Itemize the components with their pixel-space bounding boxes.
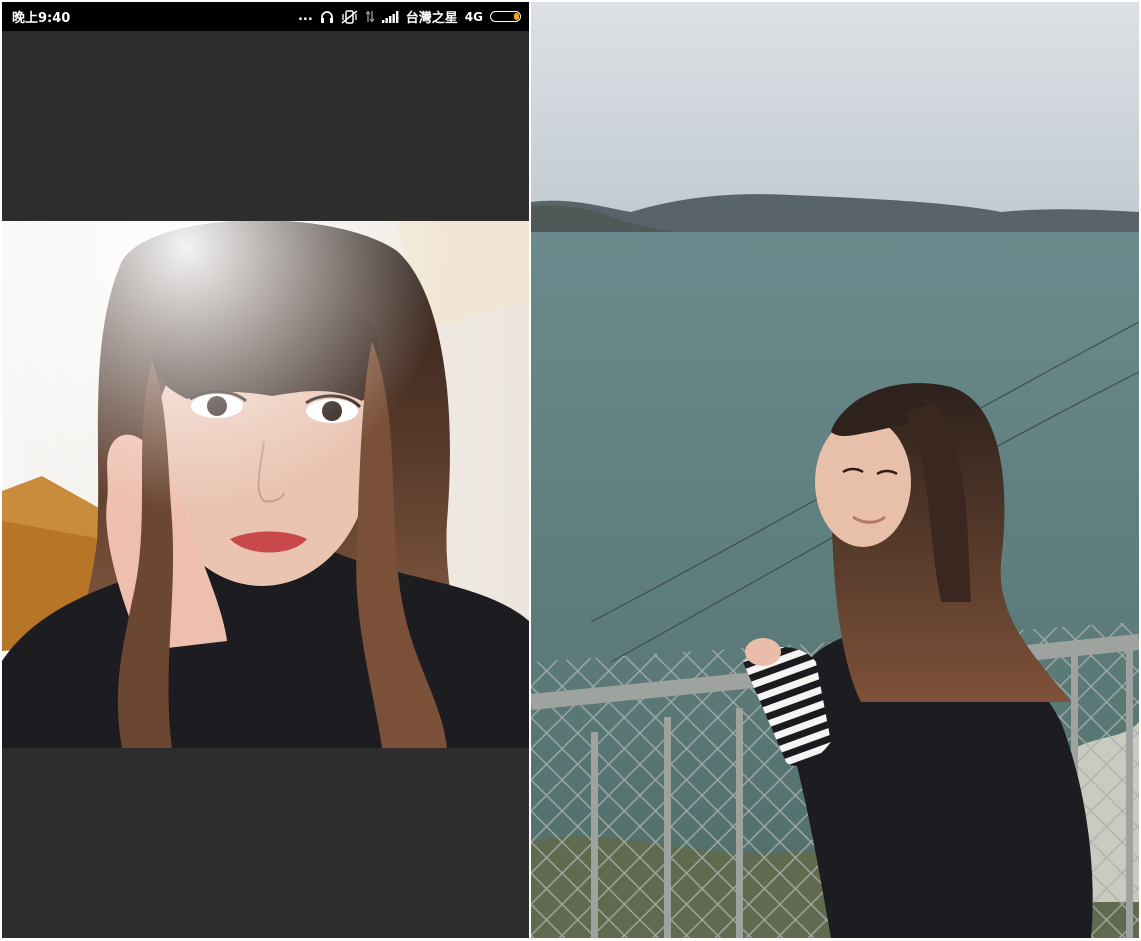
data-transfer-icon: [365, 10, 375, 23]
selfie-photo[interactable]: [2, 221, 529, 748]
image-collage: 晚上9:40 ... 台灣之星 4G: [0, 0, 1141, 941]
viewer-letterbox-bottom: [2, 748, 529, 938]
battery-icon: [490, 11, 521, 22]
headphones-icon: [320, 10, 334, 23]
network-type: 4G: [464, 9, 483, 24]
carrier-name: 台灣之星: [405, 11, 458, 26]
status-time: 晚上9:40: [12, 11, 71, 26]
vibrate-off-icon: [341, 9, 358, 24]
status-more-indicator: ...: [297, 9, 313, 24]
bay-photo[interactable]: [531, 2, 1139, 938]
viewer-letterbox-top: [2, 31, 529, 221]
phone-screenshot-panel: 晚上9:40 ... 台灣之星 4G: [2, 2, 529, 938]
status-bar: 晚上9:40 ... 台灣之星 4G: [2, 2, 529, 31]
signal-strength-icon: [381, 10, 399, 23]
